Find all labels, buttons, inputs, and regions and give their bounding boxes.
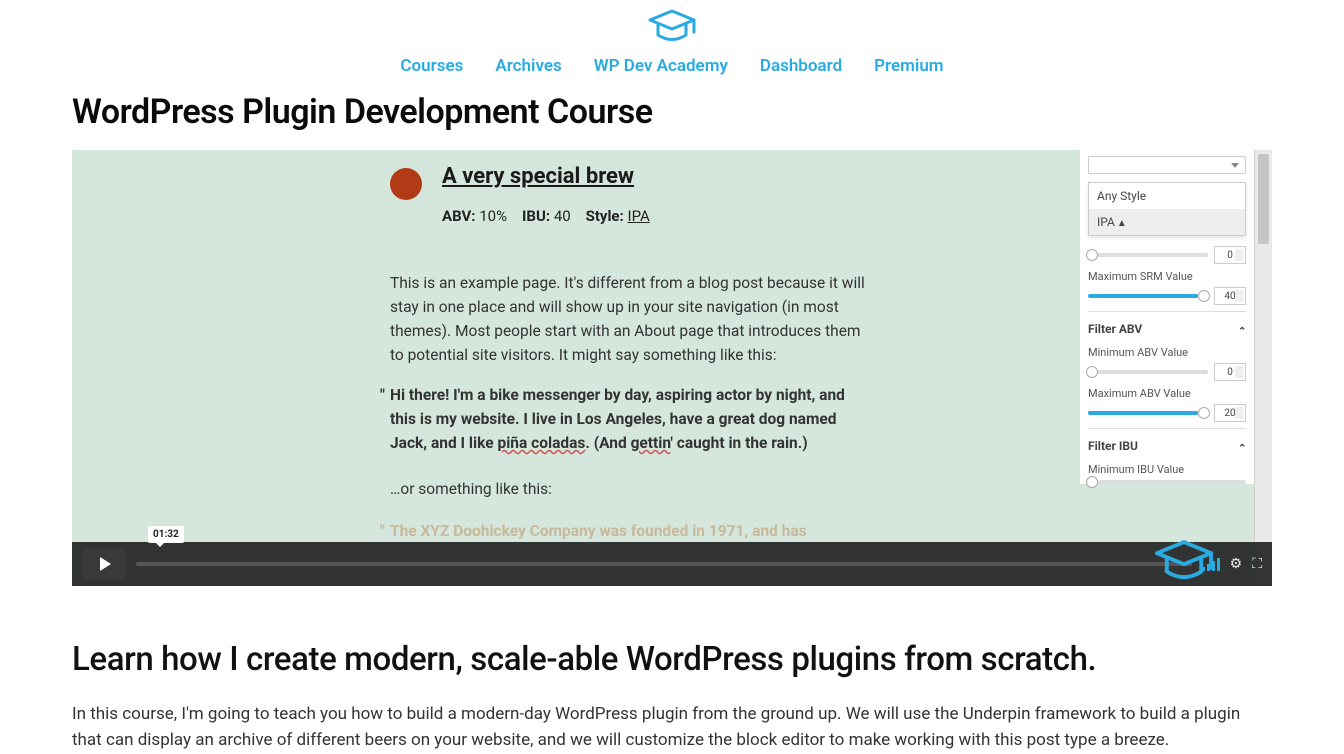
- abv-max-label: Maximum ABV Value: [1088, 387, 1246, 400]
- beer-color-swatch: [390, 168, 422, 200]
- abv-max-value[interactable]: 20: [1214, 404, 1246, 422]
- site-header: Courses Archives WP Dev Academy Dashboar…: [0, 0, 1344, 84]
- mouse-cursor-icon: ▲: [1117, 218, 1127, 229]
- abv-min-label: Minimum ABV Value: [1088, 346, 1246, 359]
- srm-max-label: Maximum SRM Value: [1088, 270, 1246, 283]
- nav-dashboard[interactable]: Dashboard: [760, 56, 842, 76]
- play-button[interactable]: [82, 549, 126, 579]
- nav-courses[interactable]: Courses: [400, 56, 463, 76]
- nav-archives[interactable]: Archives: [495, 56, 561, 76]
- chevron-up-icon: ⌄: [1238, 324, 1246, 335]
- article-xyz: The XYZ Doohickey Company was founded in…: [390, 519, 870, 543]
- course-body: In this course, I'm going to teach you h…: [72, 701, 1272, 754]
- filter-abv-head[interactable]: Filter ABV⌄: [1088, 311, 1246, 340]
- article-quote: Hi there! I'm a bike messenger by day, a…: [390, 383, 870, 455]
- dropdown-opt-ipa[interactable]: IPA▲: [1089, 209, 1245, 235]
- progress-bar[interactable]: [136, 562, 1192, 566]
- main-nav: Courses Archives WP Dev Academy Dashboar…: [0, 56, 1344, 76]
- course-subhead: Learn how I create modern, scale-able Wo…: [72, 640, 1272, 679]
- fullscreen-icon[interactable]: ⛶: [1252, 556, 1262, 572]
- brew-title-link[interactable]: A very special brew: [442, 164, 634, 189]
- settings-icon[interactable]: ⚙: [1230, 556, 1243, 572]
- srm-min-slider[interactable]: [1088, 253, 1208, 257]
- nav-wp-dev-academy[interactable]: WP Dev Academy: [594, 56, 728, 76]
- brew-meta: ABV: 10% IBU: 40 Style: IPA: [442, 207, 650, 225]
- editor-sidebar: Any Style IPA▲ 0 Maximum SRM Value 40 Fi…: [1080, 150, 1254, 484]
- content-scrollbar[interactable]: [1254, 150, 1272, 586]
- abv-min-slider[interactable]: [1088, 370, 1208, 374]
- article-intro: This is an example page. It's different …: [390, 271, 870, 367]
- style-link[interactable]: IPA: [627, 207, 649, 225]
- style-dropdown: Any Style IPA▲: [1088, 182, 1246, 236]
- page-title: WordPress Plugin Development Course: [72, 92, 1272, 132]
- abv-max-slider[interactable]: [1088, 411, 1208, 415]
- sample-article: A very special brew ABV: 10% IBU: 40 Sty…: [390, 164, 870, 543]
- dropdown-opt-any[interactable]: Any Style: [1089, 183, 1245, 209]
- video-embed[interactable]: A very special brew ABV: 10% IBU: 40 Sty…: [72, 150, 1272, 586]
- abv-min-value[interactable]: 0: [1214, 363, 1246, 381]
- brand-watermark[interactable]: [1152, 538, 1216, 586]
- time-tooltip: 01:32: [148, 526, 184, 543]
- ibu-min-slider[interactable]: [1088, 480, 1246, 484]
- video-controls: 01:32 ⚙ ⛶: [72, 542, 1272, 586]
- style-select[interactable]: [1088, 156, 1246, 174]
- article-or: …or something like this:: [390, 477, 870, 501]
- nav-premium[interactable]: Premium: [874, 56, 943, 76]
- srm-max-value[interactable]: 40: [1214, 287, 1246, 305]
- chevron-up-icon: ⌄: [1238, 441, 1246, 452]
- filter-ibu-head[interactable]: Filter IBU⌄: [1088, 428, 1246, 457]
- site-logo[interactable]: [646, 8, 698, 52]
- ibu-min-label: Minimum IBU Value: [1088, 463, 1246, 476]
- srm-max-slider[interactable]: [1088, 294, 1208, 298]
- srm-min-value[interactable]: 0: [1214, 246, 1246, 264]
